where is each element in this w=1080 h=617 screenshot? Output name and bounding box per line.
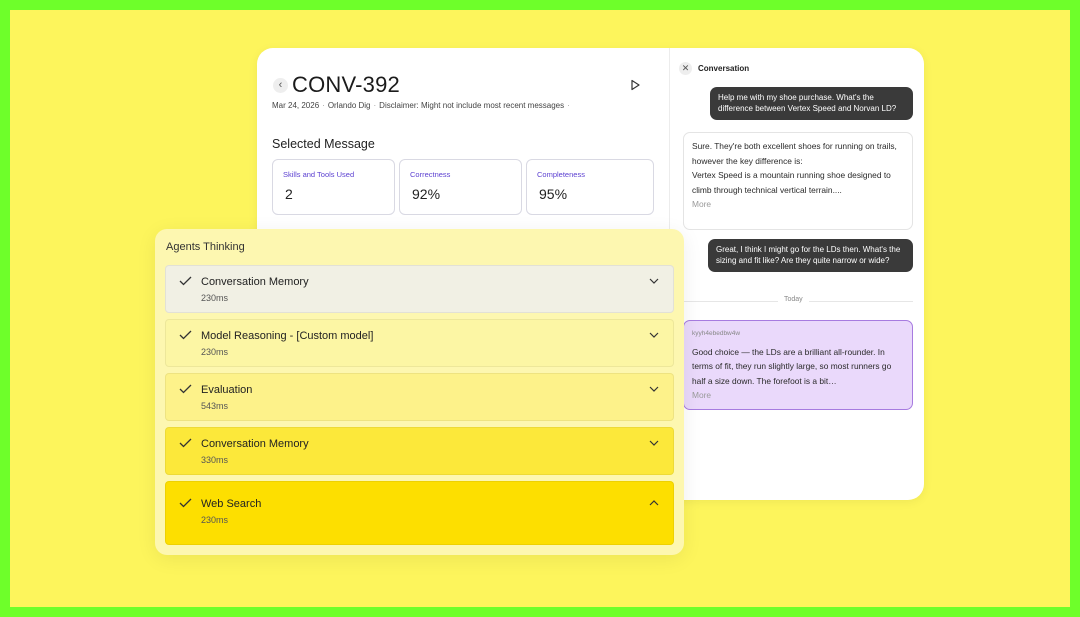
meta-disclaimer: Disclaimer: Might not include most recen… (379, 101, 565, 110)
thinking-step[interactable]: Model Reasoning - [Custom model] 230ms (165, 319, 674, 367)
page-title: CONV-392 (292, 72, 400, 97)
thinking-step[interactable]: Web Search 230ms (165, 481, 674, 545)
metric-label: Completeness (537, 170, 585, 179)
metric-label: Correctness (410, 170, 451, 179)
metric-card-completeness[interactable]: Completeness 95% (526, 159, 654, 215)
play-icon[interactable] (629, 79, 641, 91)
more-link[interactable]: More (692, 388, 904, 403)
metric-value: 92% (412, 186, 441, 202)
check-icon (179, 438, 192, 448)
step-name: Conversation Memory (201, 438, 309, 450)
check-icon (179, 276, 192, 286)
panel-title: Agents Thinking (166, 241, 245, 253)
metric-card-correctness[interactable]: Correctness 92% (399, 159, 522, 215)
check-icon (179, 384, 192, 394)
chevron-left-icon[interactable]: ‹ (273, 78, 288, 93)
message-text: Great, I think I might go for the LDs th… (716, 245, 901, 265)
chevron-down-icon[interactable] (649, 440, 659, 446)
more-link[interactable]: More (692, 197, 904, 212)
step-time: 230ms (201, 293, 229, 303)
user-message: Great, I think I might go for the LDs th… (708, 239, 913, 272)
chevron-up-icon[interactable] (649, 500, 659, 506)
meta-line: Mar 24, 2026 · Orlando Dig · Disclaimer: Mig… (272, 101, 570, 110)
chevron-down-icon[interactable] (649, 386, 659, 392)
step-name: Conversation Memory (201, 276, 309, 288)
message-text: Vertex Speed is a mountain running shoe … (692, 170, 891, 195)
agent-message-selected[interactable]: kyyh4ebedbw4w Good choice — the LDs are … (683, 320, 913, 410)
section-title: Selected Message (272, 137, 375, 151)
close-icon[interactable]: ✕ (679, 62, 692, 75)
conversation-pane: ✕ Conversation Help me with my shoe purc… (669, 48, 924, 500)
step-time: 230ms (201, 515, 229, 525)
metric-value: 95% (539, 186, 568, 202)
check-icon (179, 330, 192, 340)
message-text: Sure. They're both excellent shoes for r… (692, 141, 897, 166)
check-icon (179, 498, 192, 508)
step-time: 230ms (201, 347, 229, 357)
thinking-step[interactable]: Conversation Memory 230ms (165, 265, 674, 313)
step-name: Web Search (201, 498, 262, 510)
agents-thinking-panel: Agents Thinking Conversation Memory 230m… (155, 229, 684, 555)
step-time: 543ms (201, 401, 229, 411)
step-name: Model Reasoning - [Custom model] (201, 330, 374, 342)
conversation-title: Conversation (698, 64, 750, 73)
user-message: Help me with my shoe purchase. What's th… (710, 87, 913, 120)
agent-message: Sure. They're both excellent shoes for r… (683, 132, 913, 230)
step-name: Evaluation (201, 384, 253, 396)
thinking-step[interactable]: Conversation Memory 330ms (165, 427, 674, 475)
chevron-down-icon[interactable] (649, 278, 659, 284)
metric-label: Skills and Tools Used (283, 170, 355, 179)
meta-user: Orlando Dig (327, 101, 371, 110)
step-time: 330ms (201, 455, 229, 465)
thinking-step[interactable]: Evaluation 543ms (165, 373, 674, 421)
message-text: Help me with my shoe purchase. What's th… (718, 93, 897, 113)
date-divider-label: Today (778, 296, 809, 303)
meta-date: Mar 24, 2026 (272, 101, 320, 110)
message-id: kyyh4ebedbw4w (692, 330, 741, 337)
chevron-down-icon[interactable] (649, 332, 659, 338)
message-text: Good choice — the LDs are a brilliant al… (692, 346, 892, 386)
metric-card-skills[interactable]: Skills and Tools Used 2 (272, 159, 395, 215)
metric-value: 2 (285, 186, 293, 202)
